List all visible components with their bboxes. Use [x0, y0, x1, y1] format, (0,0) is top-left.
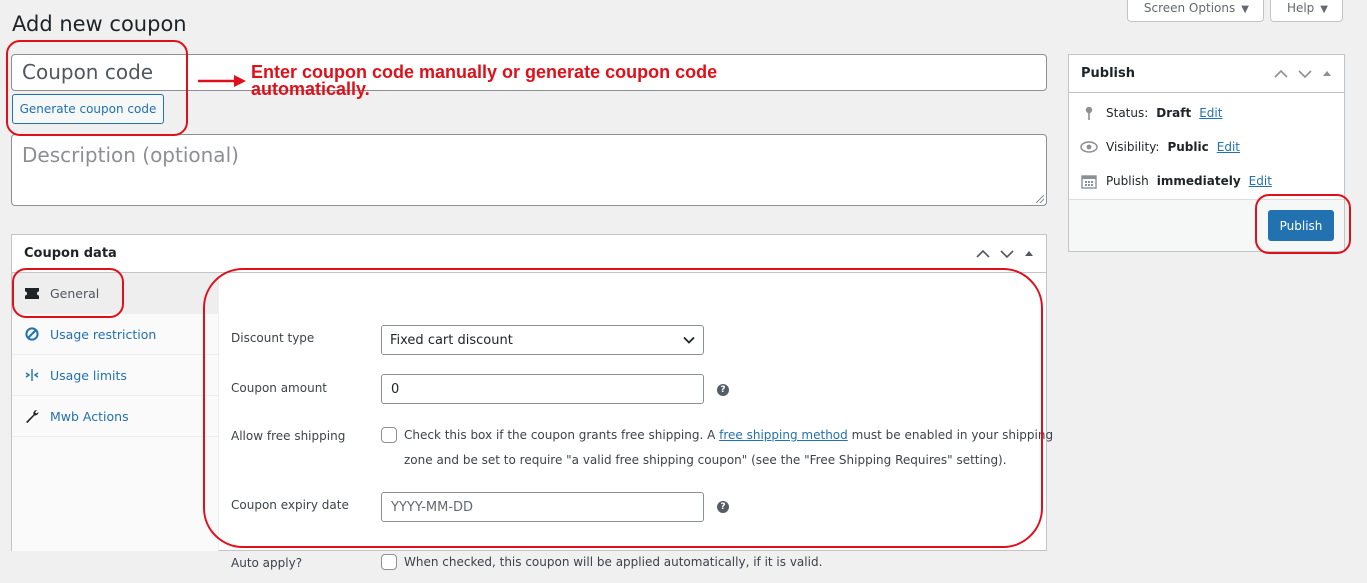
visibility-row: Visibility: Public Edit: [1069, 130, 1344, 164]
publish-box-header: Publish: [1069, 55, 1344, 93]
caret-down-icon: ▼: [1241, 4, 1249, 15]
publish-box: Publish Status: Draft Edit Visibility: P…: [1068, 54, 1345, 252]
eye-icon: [1080, 141, 1098, 153]
annotation-arrow: [198, 75, 246, 87]
publish-date-row: Publish immediately Edit: [1069, 164, 1344, 198]
expiry-date-input[interactable]: YYYY-MM-DD: [381, 492, 704, 522]
publish-actions: Publish: [1069, 199, 1344, 251]
calendar-icon: [1080, 173, 1098, 189]
publish-date-edit-link[interactable]: Edit: [1249, 174, 1272, 188]
description-textarea[interactable]: Description (optional): [11, 134, 1047, 206]
screen-options-button[interactable]: Screen Options ▼: [1126, 0, 1264, 22]
coupon-data-box: Coupon data General Usage restriction Us…: [11, 234, 1053, 570]
publish-box-title: Publish: [1081, 66, 1135, 81]
status-value: Draft: [1156, 106, 1192, 120]
chevron-down-icon: [683, 336, 695, 344]
coupon-data-tabs: General Usage restriction Usage limits M…: [12, 273, 219, 551]
help-icon[interactable]: ?: [717, 384, 729, 396]
limits-icon: [24, 368, 40, 382]
block-icon: [24, 327, 40, 341]
publish-button[interactable]: Publish: [1268, 210, 1334, 241]
screen-meta-links: Screen Options ▼ Help ▼: [1126, 0, 1343, 22]
coupon-amount-input[interactable]: 0: [381, 374, 704, 404]
tab-usage-limits-label: Usage limits: [50, 367, 127, 383]
generate-coupon-code-button[interactable]: Generate coupon code: [12, 94, 164, 124]
auto-apply-label: Auto apply?: [231, 556, 303, 570]
discount-type-label: Discount type: [231, 331, 315, 345]
coupon-amount-value: 0: [391, 381, 400, 397]
expiry-date-placeholder: YYYY-MM-DD: [391, 499, 474, 515]
auto-apply-checkbox[interactable]: [381, 554, 397, 570]
tab-mwb-actions-label: Mwb Actions: [50, 408, 129, 424]
toggle-panel-icon[interactable]: [1024, 249, 1034, 259]
help-button[interactable]: Help ▼: [1269, 0, 1343, 22]
move-up-icon[interactable]: [976, 249, 990, 259]
toggle-panel-icon[interactable]: [1322, 69, 1332, 79]
tab-general[interactable]: General: [12, 273, 218, 314]
resize-handle[interactable]: [1036, 195, 1044, 203]
visibility-value: Public: [1167, 140, 1209, 154]
pin-icon: [1080, 106, 1098, 121]
free-shipping-method-link[interactable]: free shipping method: [719, 428, 848, 442]
coupon-code-placeholder: Coupon code: [22, 60, 154, 84]
tab-usage-restriction-label: Usage restriction: [50, 326, 157, 342]
discount-type-value: Fixed cart discount: [390, 332, 513, 348]
status-label: Status:: [1106, 106, 1149, 120]
tab-general-label: General: [50, 285, 100, 301]
visibility-label: Visibility:: [1106, 140, 1160, 154]
ticket-icon: [24, 287, 40, 299]
publish-date-label: Publish: [1106, 174, 1149, 188]
caret-down-icon: ▼: [1320, 4, 1328, 15]
publish-date-value: immediately: [1156, 174, 1241, 188]
help-label: Help: [1286, 1, 1315, 15]
free-shipping-label: Allow free shipping: [231, 429, 346, 443]
status-edit-link[interactable]: Edit: [1199, 106, 1222, 120]
visibility-edit-link[interactable]: Edit: [1217, 140, 1240, 154]
annotation-text: Enter coupon code manually or generate c…: [251, 62, 718, 99]
status-row: Status: Draft Edit: [1069, 96, 1344, 130]
move-up-icon[interactable]: [1274, 69, 1288, 79]
coupon-data-header: Coupon data: [12, 235, 1046, 273]
help-icon[interactable]: ?: [717, 501, 729, 513]
coupon-data-title: Coupon data: [24, 246, 117, 261]
tab-mwb-actions[interactable]: Mwb Actions: [12, 396, 218, 437]
screen-options-label: Screen Options: [1143, 1, 1236, 15]
expiry-date-label: Coupon expiry date: [231, 498, 349, 512]
description-placeholder: Description (optional): [22, 143, 239, 167]
tab-usage-limits[interactable]: Usage limits: [12, 355, 218, 396]
free-shipping-description: Check this box if the coupon grants free…: [404, 423, 1064, 473]
page-title: Add new coupon: [12, 12, 187, 36]
wrench-icon: [24, 409, 40, 423]
free-shipping-checkbox[interactable]: [381, 427, 397, 443]
coupon-amount-label: Coupon amount: [231, 381, 328, 395]
tab-usage-restriction[interactable]: Usage restriction: [12, 314, 218, 355]
auto-apply-description: When checked, this coupon will be applie…: [404, 555, 823, 569]
free-shipping-text-before: Check this box if the coupon grants free…: [404, 428, 720, 442]
discount-type-select[interactable]: Fixed cart discount: [381, 325, 704, 355]
move-down-icon[interactable]: [1298, 69, 1312, 79]
move-down-icon[interactable]: [1000, 249, 1014, 259]
general-panel: Discount type Fixed cart discount Coupon…: [219, 273, 1053, 570]
